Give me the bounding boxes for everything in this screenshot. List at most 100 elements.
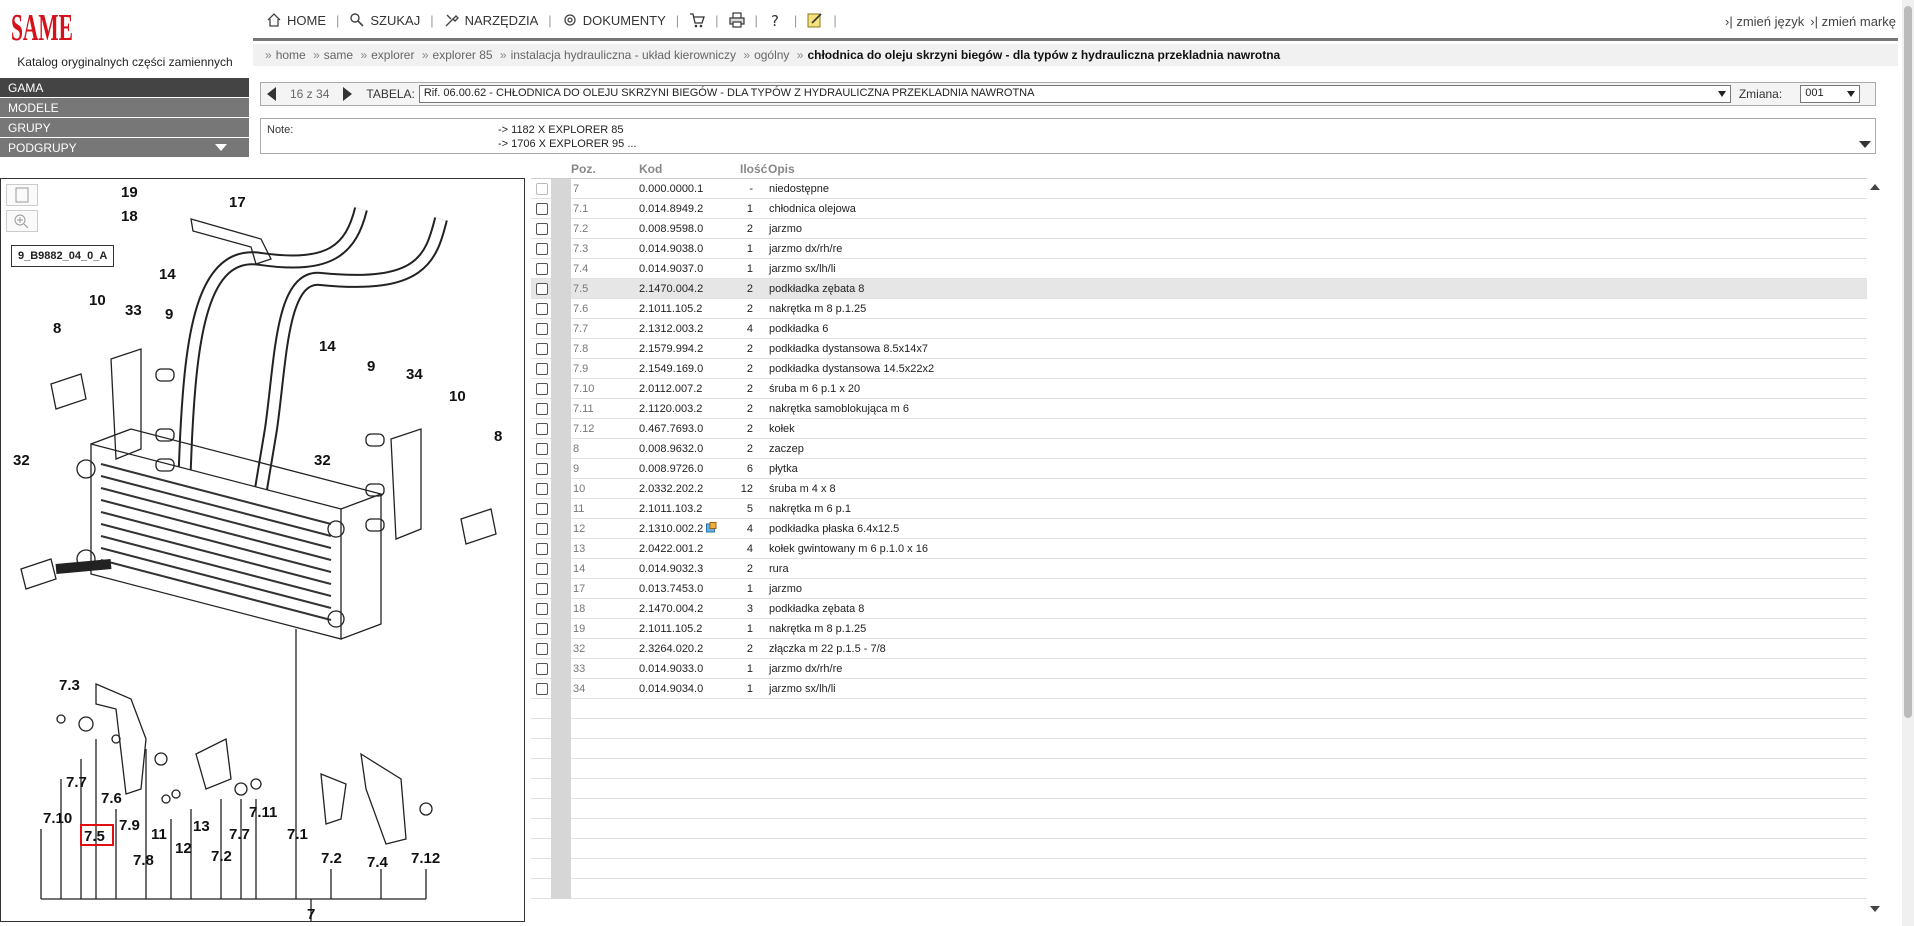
scroll-up-icon[interactable] — [1870, 184, 1880, 190]
fit-view-icon — [15, 187, 29, 203]
row-checkbox[interactable] — [536, 363, 548, 375]
row-checkbox[interactable] — [536, 603, 548, 615]
table-row[interactable]: 7.2 0.008.9598.0 2 jarzmo — [531, 219, 1867, 239]
row-checkbox[interactable] — [536, 223, 548, 235]
row-checkbox[interactable] — [536, 683, 548, 695]
page-scrollbar[interactable] — [1902, 0, 1914, 926]
crumb-brand[interactable]: same — [324, 48, 353, 62]
help-button[interactable]: ? — [760, 12, 792, 28]
same-logo[interactable]: SAME — [10, 4, 74, 46]
nav-home[interactable]: HOME — [258, 12, 334, 28]
table-row[interactable]: 11 2.1011.103.2 5 nakrętka m 6 p.1 — [531, 499, 1867, 519]
cart-button[interactable] — [681, 12, 713, 28]
cell-kod: 2.1310.002.2 — [639, 523, 704, 535]
table-row[interactable]: 8 0.008.9632.0 2 zaczep — [531, 439, 1867, 459]
zoom-in-button[interactable] — [6, 210, 38, 232]
table-row[interactable]: 19 2.1011.105.2 1 nakrętka m 8 p.1.25 — [531, 619, 1867, 639]
table-row[interactable]: 10 2.0332.202.2 12 śruba m 4 x 8 — [531, 479, 1867, 499]
cell-opis: zaczep — [769, 443, 804, 455]
column-header-kod[interactable]: Kod — [639, 162, 662, 176]
next-table-button[interactable] — [343, 87, 353, 101]
callout-34: 34 — [406, 366, 423, 383]
sidebar-item-podgrupy[interactable]: PODGRUPY — [0, 138, 249, 157]
scroll-down-icon[interactable] — [1870, 906, 1880, 912]
row-checkbox[interactable] — [536, 563, 548, 575]
column-header-poz[interactable]: Poz. — [571, 162, 596, 176]
table-row[interactable]: 13 2.0422.001.2 4 kołek gwintowany m 6 p.1.… — [531, 539, 1867, 559]
table-row[interactable]: 12 2.1310.002.2 4 podkładka płaska 6.4x12.5 — [531, 519, 1867, 539]
row-checkbox[interactable] — [536, 303, 548, 315]
row-checkbox[interactable] — [536, 203, 548, 215]
table-row[interactable]: 9 0.008.9726.0 6 płytka — [531, 459, 1867, 479]
row-checkbox[interactable] — [536, 663, 548, 675]
crumb-range[interactable]: explorer — [371, 48, 414, 62]
row-marker — [551, 199, 571, 219]
crumb-home[interactable]: home — [276, 48, 306, 62]
row-checkbox[interactable] — [536, 443, 548, 455]
cell-opis: podkładka 6 — [769, 323, 829, 335]
row-checkbox[interactable] — [536, 463, 548, 475]
sidebar-item-grupy[interactable]: GRUPY — [0, 118, 249, 137]
previous-table-button[interactable] — [267, 87, 276, 101]
row-checkbox[interactable] — [536, 643, 548, 655]
row-marker — [551, 699, 571, 719]
sidebar-item-modele[interactable]: MODELE — [0, 98, 249, 117]
row-checkbox[interactable] — [536, 343, 548, 355]
table-row[interactable]: 7 0.000.0000.1 - niedostępne — [531, 179, 1867, 199]
nav-search[interactable]: SZUKAJ — [341, 12, 428, 28]
table-row[interactable]: 7.7 2.1312.003.2 4 podkładka 6 — [531, 319, 1867, 339]
revision-select[interactable]: 001 — [1800, 85, 1861, 103]
parts-table-header: Poz. Kod Ilość Opis — [531, 162, 1884, 178]
table-row[interactable]: 34 0.014.9034.0 1 jarzmo sx/lh/li — [531, 679, 1867, 699]
row-checkbox[interactable] — [536, 483, 548, 495]
row-checkbox[interactable] — [536, 503, 548, 515]
column-header-ilosc[interactable]: Ilość — [740, 162, 767, 176]
row-checkbox[interactable] — [536, 423, 548, 435]
nav-documents[interactable]: DOKUMENTY — [554, 12, 674, 28]
table-row[interactable]: 17 0.013.7453.0 1 jarzmo — [531, 579, 1867, 599]
crumb-group[interactable]: instalacja hydrauliczna - układ kierowni… — [511, 48, 736, 62]
table-row[interactable]: 33 0.014.9033.0 1 jarzmo dx/rh/re — [531, 659, 1867, 679]
row-checkbox[interactable] — [536, 383, 548, 395]
sidebar-item-gama[interactable]: GAMA — [0, 78, 249, 97]
table-row[interactable]: 7.11 2.1120.003.2 2 nakrętka samoblokująca … — [531, 399, 1867, 419]
table-row[interactable]: 7.9 2.1549.169.0 2 podkładka dystansowa 14.… — [531, 359, 1867, 379]
scrollbar-thumb[interactable] — [1904, 6, 1912, 718]
crumb-model[interactable]: explorer 85 — [433, 48, 493, 62]
print-button[interactable] — [721, 12, 753, 28]
row-marker — [551, 299, 571, 319]
crumb-subgroup[interactable]: ogólny — [754, 48, 789, 62]
row-checkbox[interactable] — [536, 243, 548, 255]
cell-opis: jarzmo — [769, 223, 803, 235]
expand-notes-button[interactable] — [1859, 141, 1871, 148]
row-checkbox[interactable] — [536, 403, 548, 415]
table-row[interactable]: 7.4 0.014.9037.0 1 jarzmo sx/lh/li — [531, 259, 1867, 279]
row-checkbox[interactable] — [536, 623, 548, 635]
table-row[interactable]: 7.10 2.0112.007.2 2 śruba m 6 p.1 x 20 — [531, 379, 1867, 399]
table-row[interactable]: 7.3 0.014.9038.0 1 jarzmo dx/rh/re — [531, 239, 1867, 259]
row-checkbox[interactable] — [536, 263, 548, 275]
nav-tools[interactable]: NARZĘDZIA — [436, 12, 547, 28]
table-row[interactable]: 7.5 2.1470.004.2 2 podkładka zębata 8 — [531, 279, 1867, 299]
table-row[interactable]: 7.1 0.014.8949.2 1 chłodnica olejowa — [531, 199, 1867, 219]
column-header-opis[interactable]: Opis — [768, 162, 795, 176]
table-row[interactable]: 7.12 0.467.7693.0 2 kołek — [531, 419, 1867, 439]
table-row[interactable]: 14 0.014.9032.3 2 rura — [531, 559, 1867, 579]
change-language-link[interactable]: ›| zmień język — [1725, 14, 1804, 29]
exploded-drawing[interactable]: 9_B9882_04_0_A 19 17 18 14 14 10 33 9 8 … — [0, 178, 525, 922]
change-brand-link[interactable]: ›| zmień markę — [1810, 14, 1896, 29]
row-checkbox[interactable] — [536, 543, 548, 555]
row-checkbox[interactable] — [536, 583, 548, 595]
row-checkbox[interactable] — [536, 323, 548, 335]
parts-scrollbar[interactable] — [1868, 178, 1882, 916]
row-marker — [551, 839, 571, 859]
row-checkbox[interactable] — [536, 523, 548, 535]
table-row[interactable]: 7.8 2.1579.994.2 2 podkładka dystansowa 8.5… — [531, 339, 1867, 359]
notes-button[interactable] — [799, 12, 831, 28]
table-row[interactable]: 32 2.3264.020.2 2 złączka m 22 p.1.5 - 7/8 — [531, 639, 1867, 659]
table-row[interactable]: 18 2.1470.004.2 3 podkładka zębata 8 — [531, 599, 1867, 619]
row-checkbox[interactable] — [536, 283, 548, 295]
table-select[interactable]: Rif. 06.00.62 - CHŁODNICA DO OLEJU SKRZY… — [418, 85, 1731, 103]
table-row[interactable]: 7.6 2.1011.105.2 2 nakrętka m 8 p.1.25 — [531, 299, 1867, 319]
fit-view-button[interactable] — [6, 184, 38, 206]
